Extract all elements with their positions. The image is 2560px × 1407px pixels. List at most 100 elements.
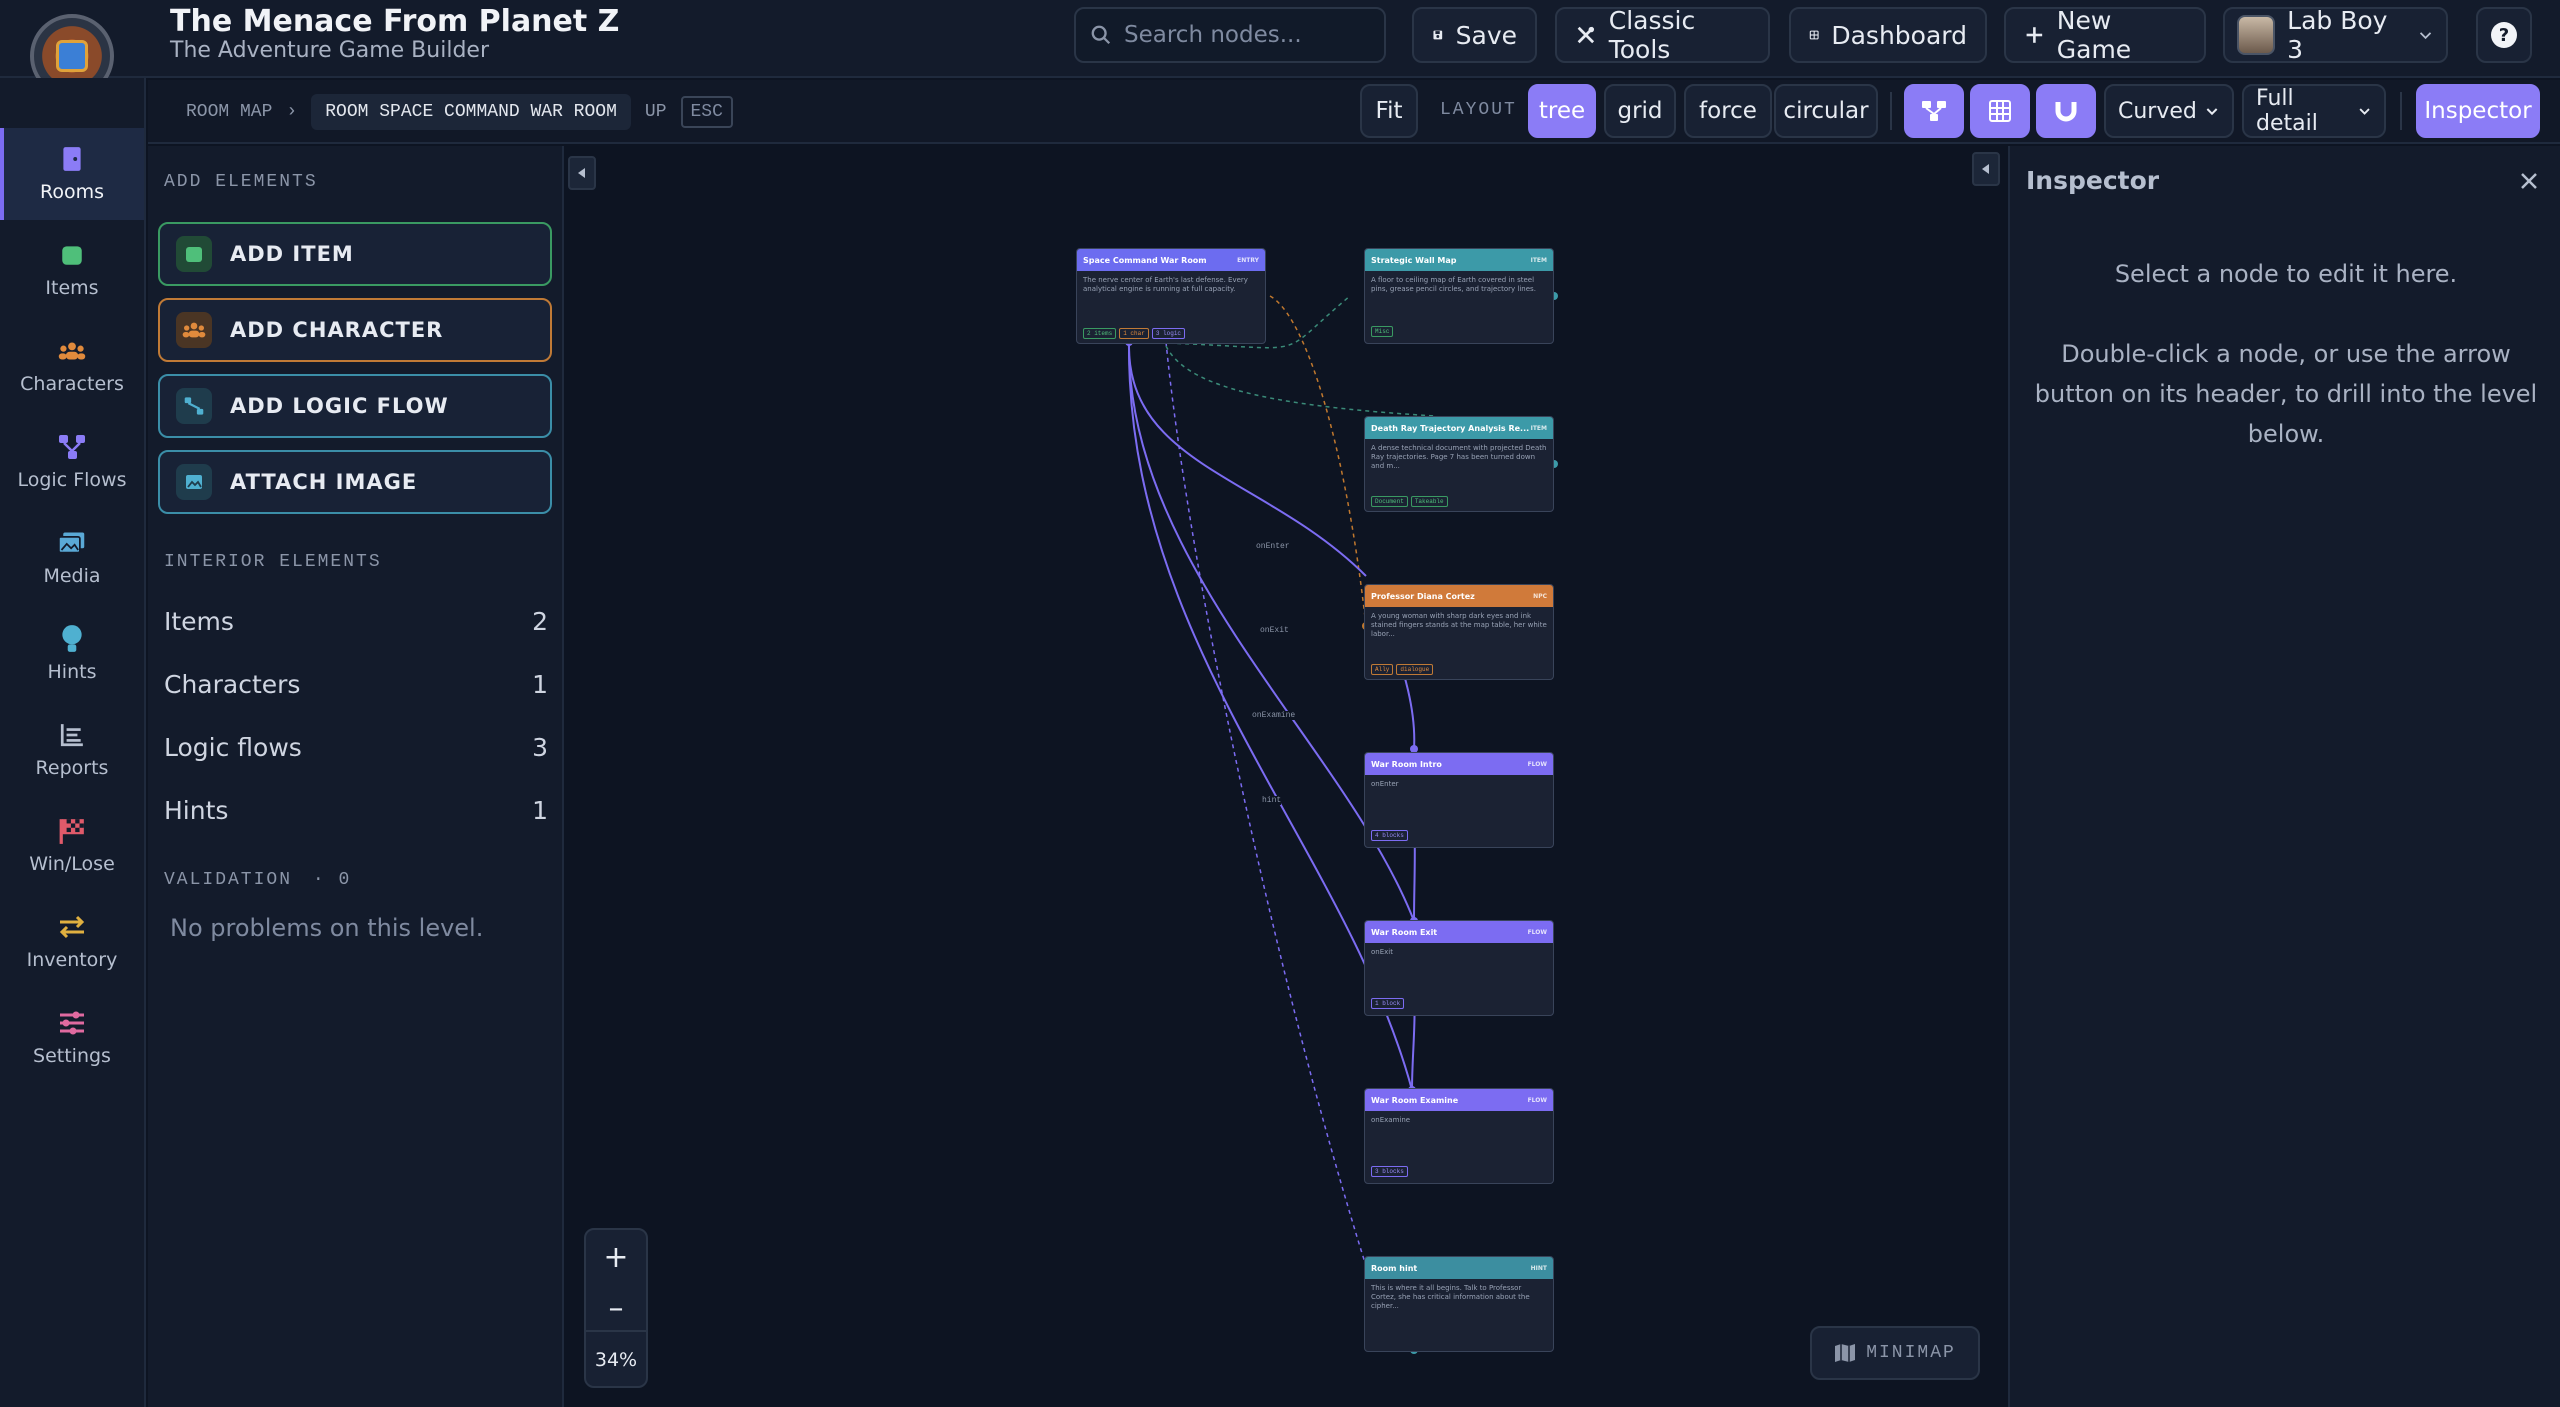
search-input[interactable]: Search nodes... [1074, 7, 1386, 63]
flow-icon [58, 433, 86, 461]
layout-tree-button[interactable]: tree [1528, 84, 1596, 138]
inspector-empty-message: Select a node to edit it here. [2114, 260, 2458, 288]
inspector-toggle-button[interactable]: Inspector [2416, 84, 2540, 138]
minimap-button[interactable]: MINIMAP [1810, 1326, 1980, 1380]
graph-node-room[interactable]: Space Command War Room ENTRY The nerve ce… [1076, 248, 1266, 344]
nav-inventory[interactable]: Inventory [0, 896, 144, 988]
add-character-button[interactable]: ADD CHARACTER [158, 298, 552, 362]
layout-force-button[interactable]: force [1684, 84, 1772, 138]
classic-tools-label: Classic Tools [1608, 6, 1696, 64]
new-game-button[interactable]: New Game [2004, 6, 2206, 64]
graph-node-flow[interactable]: War Room Intro FLOW onEnter 4 blocks [1364, 752, 1554, 848]
nav-label: Settings [33, 1045, 111, 1067]
graph-canvas[interactable]: onEnter onExit onExamine hint Space Comm… [566, 146, 2006, 1407]
graph-node-item[interactable]: Death Ray Trajectory Analysis Re... ITEM … [1364, 416, 1554, 512]
item-icon [176, 236, 212, 272]
nav-win-lose[interactable]: Win/Lose [0, 800, 144, 892]
magnet-snap-toggle[interactable] [2036, 84, 2096, 138]
node-badge: FLOW [1527, 760, 1547, 768]
attach-image-button[interactable]: ATTACH IMAGE [158, 450, 552, 514]
people-icon [176, 312, 212, 348]
left-nav: Rooms Items Characters Logic Flows Media… [0, 78, 146, 1407]
graph-edges [1125, 292, 1558, 1354]
node-tag: Ally [1371, 664, 1394, 675]
edge-label: onExamine [1252, 711, 1296, 720]
graph-node-hint[interactable]: Room hint HINT This is where it all begin… [1364, 1256, 1554, 1352]
validation-count: · 0 [312, 870, 352, 890]
nav-media[interactable]: Media [0, 512, 144, 604]
layout-grid-button[interactable]: grid [1604, 84, 1676, 138]
nav-items[interactable]: Items [0, 224, 144, 316]
nav-hints[interactable]: Hints [0, 608, 144, 700]
grid-icon [1809, 30, 1819, 40]
graph-node-flow[interactable]: War Room Exit FLOW onExit 1 block [1364, 920, 1554, 1016]
classic-tools-button[interactable]: Classic Tools [1555, 6, 1770, 64]
nav-rooms[interactable]: Rooms [0, 128, 144, 220]
node-badge: ITEM [1530, 256, 1547, 264]
list-icon [58, 721, 86, 749]
node-title: War Room Intro [1371, 759, 1442, 769]
node-tag: 1 block [1371, 998, 1405, 1009]
user-menu[interactable]: Lab Boy 3 [2223, 6, 2448, 64]
graph-node-character[interactable]: Professor Diana Cortez NPC A young woman … [1364, 584, 1554, 680]
nav-reports[interactable]: Reports [0, 704, 144, 796]
nav-label: Reports [35, 757, 109, 779]
node-description: This is where it all begins. Talk to Pro… [1371, 1284, 1530, 1310]
detail-level-select[interactable]: Full detail [2242, 84, 2386, 138]
count-label: Characters [164, 669, 301, 699]
help-button[interactable]: ? [2476, 7, 2532, 63]
hierarchy-view-toggle[interactable] [1904, 84, 1964, 138]
node-tag: Misc [1371, 326, 1394, 337]
fit-button[interactable]: Fit [1360, 84, 1418, 138]
count-label: Logic flows [164, 732, 302, 762]
app-title: The Menace From Planet Z [170, 4, 620, 39]
node-description: A young woman with sharp dark eyes and i… [1371, 612, 1547, 638]
zoom-in-button[interactable]: + [586, 1234, 646, 1280]
node-tag: 3 blocks [1371, 1166, 1408, 1177]
item-icon [58, 241, 86, 269]
inspector-help-text: Double-click a node, or use the arrow bu… [2034, 340, 2538, 448]
edge-label: hint [1262, 796, 1282, 805]
graph-node-flow[interactable]: War Room Examine FLOW onExamine 3 blocks [1364, 1088, 1554, 1184]
nav-characters[interactable]: Characters [0, 320, 144, 412]
layout-label: LAYOUT [1440, 100, 1517, 120]
node-tag: 3 logic [1151, 328, 1186, 339]
add-item-button[interactable]: ADD ITEM [158, 222, 552, 286]
dashboard-button[interactable]: Dashboard [1789, 7, 1987, 63]
count-row-hints[interactable]: Hints 1 [164, 790, 548, 830]
up-button[interactable]: UP [645, 102, 667, 122]
chevron-down-icon [2419, 32, 2432, 40]
nav-label: Hints [47, 661, 97, 683]
minimap-label: MINIMAP [1866, 1343, 1956, 1363]
close-inspector-button[interactable] [2512, 164, 2546, 198]
nav-settings[interactable]: Settings [0, 992, 144, 1084]
node-title: Strategic Wall Map [1371, 255, 1457, 265]
count-row-logic-flows[interactable]: Logic flows 3 [164, 727, 548, 767]
node-title: War Room Exit [1371, 927, 1438, 937]
edge-label: onExit [1260, 626, 1289, 635]
save-button[interactable]: Save [1412, 7, 1537, 63]
count-label: Items [164, 606, 234, 636]
nav-label: Logic Flows [17, 469, 127, 491]
graph-node-item[interactable]: Strategic Wall Map ITEM A floor to ceilin… [1364, 248, 1554, 344]
avatar [2237, 15, 2276, 55]
magnet-icon [2055, 102, 2077, 122]
zoom-level: 34% [594, 1349, 638, 1371]
people-icon [58, 337, 86, 365]
grid-snap-toggle[interactable] [1970, 84, 2030, 138]
count-label: Hints [164, 795, 229, 825]
count-row-items[interactable]: Items 2 [164, 601, 548, 641]
nav-logic-flows[interactable]: Logic Flows [0, 416, 144, 508]
layout-circular-button[interactable]: circular [1774, 84, 1878, 138]
breadcrumb-root[interactable]: ROOM MAP [186, 102, 272, 122]
new-game-label: New Game [2056, 6, 2132, 64]
node-title: Room hint [1371, 1263, 1418, 1273]
node-tag: Takeable [1410, 496, 1448, 507]
zoom-out-button[interactable]: – [586, 1286, 646, 1332]
add-logic-flow-button[interactable]: ADD LOGIC FLOW [158, 374, 552, 438]
node-title: Space Command War Room [1083, 255, 1207, 265]
edge-style-select[interactable]: Curved [2104, 84, 2234, 138]
count-row-characters[interactable]: Characters 1 [164, 664, 548, 704]
search-placeholder: Search nodes... [1124, 22, 1302, 48]
count-value: 3 [532, 732, 548, 762]
